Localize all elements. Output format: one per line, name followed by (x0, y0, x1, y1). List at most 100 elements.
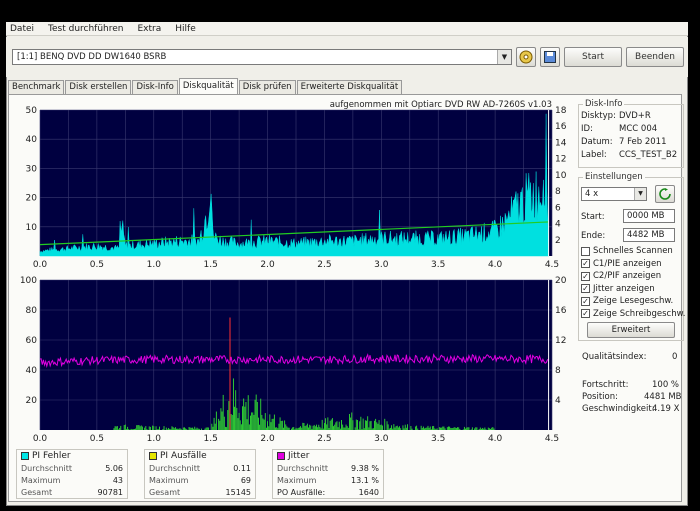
checkmark-icon[interactable]: ✓ (581, 284, 590, 293)
pi-fehler-title: PI Fehler (32, 451, 71, 461)
menu-hilfe[interactable]: Hilfe (175, 24, 195, 34)
y2-tick-label: 16 (555, 122, 567, 132)
x-tick-label: 1.0 (147, 260, 162, 270)
checkbox-1[interactable]: ✓ C1/PIE anzeigen (581, 259, 662, 269)
pi-fehler-total-label: Gesamt (21, 488, 53, 497)
pi-ausfaelle-total-value: 15145 (225, 488, 251, 497)
pi-ausfaelle-max-value: 69 (240, 476, 251, 485)
checkmark-icon[interactable]: ✓ (581, 309, 590, 318)
pi-fehler-swatch (21, 452, 29, 460)
datum-value: 7 Feb 2011 (619, 137, 667, 147)
checkbox-label: Schnelles Scannen (593, 246, 673, 256)
y-tick-label: 40 (26, 366, 38, 376)
y2-tick-label: 12 (555, 336, 566, 346)
pi-ausfaelle-avg-label: Durchschnitt (149, 464, 201, 473)
tab-diskqualitaet[interactable]: Diskqualität (178, 78, 238, 94)
y2-tick-label: 10 (555, 171, 567, 181)
start-button[interactable]: Start (564, 47, 622, 67)
checkmark-icon[interactable]: ✓ (581, 259, 590, 268)
start-label: Start: (581, 212, 605, 222)
jitter-max-value: 13.1 % (351, 476, 379, 485)
id-value: MCC 004 (619, 124, 658, 134)
pi-ausfaelle-avg-value: 0.11 (233, 464, 251, 473)
pi-ausfaelle-total-label: Gesamt (149, 488, 181, 497)
menu-datei[interactable]: Datei (10, 24, 34, 34)
jitter-stats: Jitter Durchschnitt 9.38 % Maximum 13.1 … (272, 449, 384, 499)
toolbar: [1:1] BENQ DVD DD DW1640 BSRB ▼ Start Be… (6, 37, 688, 77)
menu-bar: Datei Test durchführen Extra Hilfe (6, 22, 688, 36)
settings-group: Einstellungen 4 x ▼ Start: 0000 MB Ende:… (578, 172, 685, 341)
tab-disk-erstellen[interactable]: Disk erstellen (65, 80, 132, 94)
menu-test[interactable]: Test durchführen (48, 24, 123, 34)
start-input[interactable]: 0000 MB (623, 209, 675, 223)
x-tick-label: 2.0 (260, 434, 275, 444)
pi-fehler-max-label: Maximum (21, 476, 61, 485)
y2-tick-label: 20 (555, 276, 567, 286)
pi-ausfaelle-title: PI Ausfälle (160, 451, 207, 461)
ende-input[interactable]: 4482 MB (623, 228, 675, 242)
speed-select-value: 4 x (585, 189, 599, 199)
menu-extra[interactable]: Extra (138, 24, 162, 34)
ende-label: Ende: (581, 231, 606, 241)
pi-failure-jitter-chart: 20 40 60 80 100 4 8 12 16 20 0.0 0.5 1.0 1.5 2.0 2.5 3.0… (20, 276, 567, 444)
x-tick-label: 2.5 (317, 434, 331, 444)
x-tick-label: 2.5 (317, 260, 331, 270)
x-tick-label: 0.0 (33, 434, 48, 444)
x-tick-label: 1.5 (204, 260, 218, 270)
pi-ausfaelle-max-label: Maximum (149, 476, 189, 485)
tab-disk-pruefen[interactable]: Disk prüfen (238, 80, 296, 94)
label-value: CCS_TEST_B2 (619, 150, 678, 160)
tab-disk-info[interactable]: Disk-Info (132, 80, 178, 94)
jitter-swatch (277, 452, 285, 460)
x-tick-label: 3.0 (374, 260, 389, 270)
fortschritt-label: Fortschritt: (582, 380, 629, 390)
y2-tick-label: 6 (555, 203, 561, 213)
checkbox-4[interactable]: ✓ Zeige Lesegeschw. (581, 296, 673, 306)
pi-error-chart: 10 20 30 40 50 2 4 6 8 10 12 14 16 18 0.0 0.5 1.0 1.5 2.0 2… (26, 100, 567, 270)
label-label: Label: (581, 150, 607, 160)
disktyp-label: Disktyp: (581, 111, 616, 121)
save-icon[interactable] (540, 47, 560, 67)
tab-benchmark[interactable]: Benchmark (8, 80, 65, 94)
erweitert-button[interactable]: Erweitert (587, 322, 675, 338)
chevron-down-icon[interactable]: ▼ (634, 188, 646, 200)
pi-ausfaelle-stats: PI Ausfälle Durchschnitt 0.11 Maximum 69… (144, 449, 256, 499)
jitter-title: Jitter (288, 451, 310, 461)
pi-fehler-avg-label: Durchschnitt (21, 464, 73, 473)
x-tick-label: 3.0 (374, 434, 389, 444)
x-tick-label: 1.5 (204, 434, 218, 444)
x-tick-label: 4.5 (545, 260, 559, 270)
checkbox-5[interactable]: ✓ Zeige Schreibgeschw. (581, 309, 685, 319)
speed-select[interactable]: 4 x ▼ (581, 187, 647, 201)
checkbox-empty-icon[interactable] (581, 246, 590, 256)
id-label: ID: (581, 124, 593, 134)
checkmark-icon[interactable]: ✓ (581, 271, 590, 281)
checkbox-label: Zeige Schreibgeschw. (593, 308, 686, 319)
quality-index-label: Qualitätsindex: (582, 352, 647, 362)
y-tick-label: 10 (26, 223, 38, 233)
checkmark-icon[interactable]: ✓ (581, 296, 590, 306)
x-tick-label: 0.0 (33, 260, 48, 270)
checkbox-2[interactable]: ✓ C2/PIF anzeigen (581, 271, 661, 281)
y-tick-label: 80 (26, 306, 38, 316)
quality-index-value: 0 (672, 352, 678, 362)
x-tick-label: 1.0 (147, 434, 162, 444)
checkbox-0[interactable]: Schnelles Scannen (581, 246, 673, 256)
checkbox-label: Zeige Lesegeschw. (593, 296, 674, 306)
y2-tick-label: 16 (555, 306, 567, 316)
pi-fehler-total-value: 90781 (97, 488, 123, 497)
refresh-button[interactable] (655, 185, 675, 203)
exit-button[interactable]: Beenden (626, 47, 684, 67)
drive-select[interactable]: [1:1] BENQ DVD DD DW1640 BSRB ▼ (12, 49, 512, 65)
tab-bar: Benchmark Disk erstellen Disk-Info Diskq… (8, 78, 403, 94)
chevron-down-icon[interactable]: ▼ (497, 50, 511, 64)
chart-caption: aufgenommen mit Optiarc DVD RW AD-7260S … (330, 100, 552, 110)
drive-select-value: [1:1] BENQ DVD DD DW1640 BSRB (17, 52, 167, 62)
y-tick-label: 20 (26, 396, 38, 406)
tab-erweiterte-diskqualitaet[interactable]: Erweiterte Diskqualität (296, 80, 403, 94)
disc-info-icon[interactable] (516, 47, 536, 67)
y2-tick-label: 8 (555, 187, 561, 197)
checkbox-3[interactable]: ✓ Jitter anzeigen (581, 284, 655, 294)
y-tick-label: 20 (26, 194, 38, 204)
y2-tick-label: 4 (555, 396, 561, 406)
